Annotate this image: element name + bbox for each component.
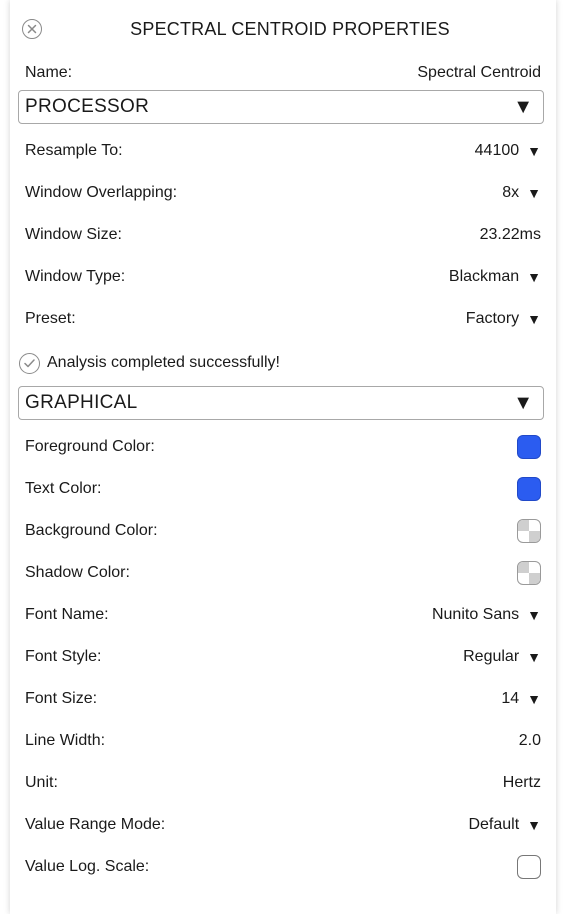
unit-label: Unit:: [25, 774, 58, 791]
value-range-mode-value[interactable]: Default: [468, 816, 519, 834]
font-name-label: Font Name:: [25, 606, 109, 623]
window-size-row: Window Size: 23.22ms: [10, 214, 556, 256]
shadow-color-swatch[interactable]: [517, 561, 541, 585]
text-color-swatch[interactable]: [517, 477, 541, 501]
foreground-color-swatch[interactable]: [517, 435, 541, 459]
unit-value[interactable]: Hertz: [503, 774, 541, 792]
shadow-color-row[interactable]: Shadow Color:: [10, 552, 556, 594]
value-log-scale-row[interactable]: Value Log. Scale:: [10, 846, 556, 888]
dropdown-arrow-icon[interactable]: ▼: [527, 818, 541, 832]
value-range-mode-label: Value Range Mode:: [25, 816, 166, 833]
font-name-row[interactable]: Font Name: Nunito Sans ▼: [10, 594, 556, 636]
resample-to-value[interactable]: 44100: [475, 142, 520, 160]
window-type-row[interactable]: Window Type: Blackman ▼: [10, 256, 556, 298]
window-type-label: Window Type:: [25, 268, 126, 285]
preset-label: Preset:: [25, 310, 76, 327]
preset-row[interactable]: Preset: Factory ▼: [10, 298, 556, 340]
font-size-label: Font Size:: [25, 690, 98, 707]
font-style-row[interactable]: Font Style: Regular ▼: [10, 636, 556, 678]
resample-to-label: Resample To:: [25, 142, 123, 159]
processor-section-label: PROCESSOR: [25, 96, 150, 117]
status-text: Analysis completed successfully!: [47, 354, 280, 371]
name-label: Name:: [25, 64, 73, 81]
panel-title: SPECTRAL CENTROID PROPERTIES: [130, 19, 450, 39]
font-size-value[interactable]: 14: [501, 690, 519, 708]
text-color-row[interactable]: Text Color:: [10, 468, 556, 510]
unit-row[interactable]: Unit: Hertz: [10, 762, 556, 804]
background-color-swatch[interactable]: [517, 519, 541, 543]
font-name-value[interactable]: Nunito Sans: [432, 606, 519, 624]
background-color-label: Background Color:: [25, 522, 158, 539]
shadow-color-label: Shadow Color:: [25, 564, 130, 581]
window-type-value[interactable]: Blackman: [449, 268, 519, 286]
check-circle-icon: [19, 352, 40, 374]
line-width-label: Line Width:: [25, 732, 106, 749]
name-value[interactable]: Spectral Centroid: [417, 64, 541, 82]
dropdown-arrow-icon[interactable]: ▼: [527, 186, 541, 200]
font-style-label: Font Style:: [25, 648, 102, 665]
line-width-row[interactable]: Line Width: 2.0: [10, 720, 556, 762]
chevron-down-icon: ▼: [513, 95, 533, 118]
value-range-mode-row[interactable]: Value Range Mode: Default ▼: [10, 804, 556, 846]
name-row: Name: Spectral Centroid: [10, 56, 556, 90]
graphical-section-header[interactable]: GRAPHICAL ▼: [18, 386, 544, 420]
foreground-color-row[interactable]: Foreground Color:: [10, 426, 556, 468]
value-log-scale-label: Value Log. Scale:: [25, 858, 150, 875]
foreground-color-label: Foreground Color:: [25, 438, 155, 455]
resample-to-row[interactable]: Resample To: 44100 ▼: [10, 130, 556, 172]
dropdown-arrow-icon[interactable]: ▼: [527, 144, 541, 158]
dropdown-arrow-icon[interactable]: ▼: [527, 312, 541, 326]
dropdown-arrow-icon[interactable]: ▼: [527, 650, 541, 664]
window-overlapping-label: Window Overlapping:: [25, 184, 178, 201]
font-style-value[interactable]: Regular: [463, 648, 519, 666]
dropdown-arrow-icon[interactable]: ▼: [527, 608, 541, 622]
window-size-label: Window Size:: [25, 226, 122, 243]
line-width-value[interactable]: 2.0: [519, 732, 541, 750]
window-size-value: 23.22ms: [479, 226, 541, 243]
graphical-section-label: GRAPHICAL: [25, 392, 138, 413]
window-overlapping-row[interactable]: Window Overlapping: 8x ▼: [10, 172, 556, 214]
analysis-status: Analysis completed successfully!: [10, 340, 556, 386]
value-log-scale-checkbox[interactable]: [517, 855, 541, 879]
font-size-row[interactable]: Font Size: 14 ▼: [10, 678, 556, 720]
panel-header: SPECTRAL CENTROID PROPERTIES: [10, 0, 556, 58]
preset-value[interactable]: Factory: [466, 310, 519, 328]
dropdown-arrow-icon[interactable]: ▼: [527, 692, 541, 706]
chevron-down-icon: ▼: [513, 391, 533, 414]
dropdown-arrow-icon[interactable]: ▼: [527, 270, 541, 284]
background-color-row[interactable]: Background Color:: [10, 510, 556, 552]
processor-section-header[interactable]: PROCESSOR ▼: [18, 90, 544, 124]
text-color-label: Text Color:: [25, 480, 102, 497]
properties-panel: SPECTRAL CENTROID PROPERTIES Name: Spect…: [10, 0, 556, 914]
window-overlapping-value[interactable]: 8x: [502, 184, 519, 202]
